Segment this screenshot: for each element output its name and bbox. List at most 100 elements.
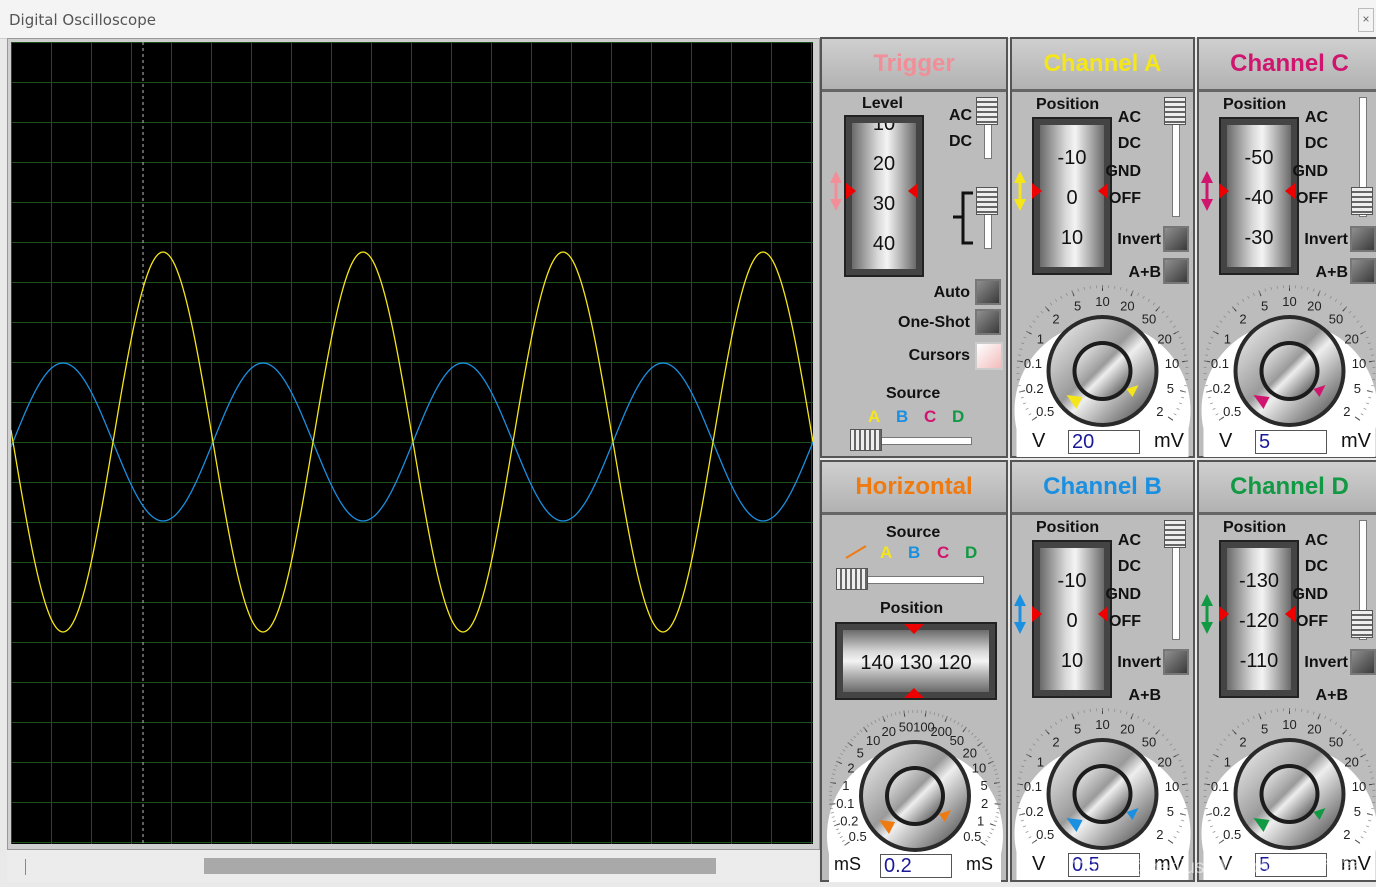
channel-a-invert-button[interactable] <box>1163 226 1189 252</box>
channel-a-volts-dial[interactable]: 0.50.20.1125102050201052 V 20 mV <box>1012 279 1193 457</box>
channel-d-position-arrows <box>1199 592 1303 642</box>
dial-tick-label: 0.5 <box>849 829 867 844</box>
channel-b-invert-button[interactable] <box>1163 649 1189 675</box>
position-tick: 10 <box>1040 650 1104 673</box>
auto-button[interactable] <box>975 279 1001 305</box>
dial-tick-label: 2 <box>1239 735 1246 750</box>
dial-tick-label: 2 <box>1343 827 1350 842</box>
trigger-dc-label: DC <box>949 133 972 151</box>
oneshot-label: One-Shot <box>898 314 970 332</box>
position-tick: -30 <box>1227 227 1291 250</box>
horizontal-source-a: A <box>880 543 892 563</box>
ramp-icon <box>844 542 870 560</box>
channel-b-unit-left: V <box>1032 853 1045 876</box>
dial-tick-label: 0.2 <box>840 813 858 828</box>
channel-a-off-label: OFF <box>1109 190 1141 208</box>
channel-c-panel: Channel C Position -50 -40 -30 AC DC GND… <box>1197 37 1376 458</box>
channel-c-value-field[interactable]: 5 <box>1255 430 1327 454</box>
dial-tick-label: 20 <box>1344 755 1358 770</box>
horizontal-panel: Horizontal Source A B C D Position 140 1… <box>820 460 1008 882</box>
channel-b-coupling-slider[interactable] <box>1164 520 1186 548</box>
position-tick: -110 <box>1227 650 1291 673</box>
dial-tick-label: 5 <box>1167 381 1174 396</box>
dial-tick-label: 1 <box>1224 332 1231 347</box>
channel-a-coupling-slider[interactable] <box>1164 97 1186 125</box>
pointer-right-icon <box>1219 606 1229 622</box>
dial-tick-label: 0.2 <box>1026 381 1044 396</box>
horizontal-position-pointers <box>902 622 926 702</box>
dial-tick-label: 50 <box>899 720 913 735</box>
dial-tick-label: 2 <box>981 796 988 811</box>
pointer-right-icon <box>846 183 856 199</box>
trigger-edge-slider[interactable] <box>976 187 998 215</box>
pointer-left-icon <box>908 183 918 199</box>
horizontal-source-d: D <box>965 543 977 563</box>
pointer-left-icon <box>1098 183 1108 199</box>
trigger-coupling-slider[interactable] <box>976 97 998 125</box>
trigger-source-slider[interactable] <box>850 429 882 451</box>
timebase-value-field[interactable]: 0.2 <box>880 854 952 878</box>
dial-tick-label: 10 <box>972 761 986 776</box>
dial-tick-label: 5 <box>1354 381 1361 396</box>
dial-tick-label: 5 <box>1261 299 1268 314</box>
close-button[interactable]: × <box>1358 8 1374 32</box>
channel-a-value-field[interactable]: 20 <box>1068 430 1140 454</box>
horizontal-scrollbar[interactable] <box>204 858 716 874</box>
dial-tick-label: 20 <box>963 745 977 760</box>
dial-tick-label: 0.5 <box>1036 827 1054 842</box>
horizontal-source-b: B <box>908 543 920 563</box>
channel-b-title: Channel B <box>1012 462 1193 515</box>
trigger-ac-label: AC <box>949 107 972 125</box>
horizontal-source-slider[interactable] <box>836 568 868 590</box>
channel-a-panel: Channel A Position -10 0 10 AC DC GND OF… <box>1010 37 1195 458</box>
level-tick: 10 <box>852 123 916 136</box>
dial-tick-label: 0.5 <box>1223 404 1241 419</box>
channel-b-off-label: OFF <box>1109 613 1141 631</box>
dial-tick-label: 20 <box>1157 332 1171 347</box>
status-bar <box>7 850 818 882</box>
channel-c-volts-dial[interactable]: 0.50.20.1125102050201052 V 5 mV <box>1199 279 1376 457</box>
channel-b-invert-label: Invert <box>1117 654 1161 672</box>
scope-screen <box>11 42 813 844</box>
dial-tick-label: 2 <box>1156 827 1163 842</box>
dial-tick-label: 0.5 <box>963 829 981 844</box>
trigger-source-b: B <box>896 407 908 427</box>
channel-d-coupling-slider[interactable] <box>1351 610 1373 638</box>
channel-c-ac-label: AC <box>1305 109 1328 127</box>
dial-tick-label: 5 <box>1074 299 1081 314</box>
channel-a-title: Channel A <box>1012 39 1193 92</box>
trigger-source-c: C <box>924 407 936 427</box>
dial-tick-label: 2 <box>1239 312 1246 327</box>
dial-tick-label: 0.2 <box>1213 381 1231 396</box>
dial-tick-label: 20 <box>1344 332 1358 347</box>
channel-a-gnd-label: GND <box>1105 163 1141 181</box>
csdn-watermark: CSDN @geniusNMRobot顶级专家 <box>1070 852 1361 879</box>
waveform-display <box>11 42 813 844</box>
dial-tick-label: 5 <box>1167 804 1174 819</box>
cursors-button[interactable] <box>975 342 1003 370</box>
dial-tick-label: 2 <box>1052 735 1059 750</box>
trigger-title: Trigger <box>822 39 1006 92</box>
dial-tick-label: 1 <box>1037 755 1044 770</box>
dial-tick-label: 20 <box>1307 722 1321 737</box>
channel-c-coupling-slider[interactable] <box>1351 187 1373 215</box>
pointer-right-icon <box>1032 183 1042 199</box>
dial-tick-label: 50 <box>1329 735 1343 750</box>
horizontal-timebase-dial[interactable]: 0.50.20.11251020501002005020105210.5 mS … <box>824 704 1006 882</box>
dial-tick-label: 10 <box>1352 356 1366 371</box>
channel-a-dc-label: DC <box>1118 135 1141 153</box>
position-tick: -130 <box>1227 570 1291 593</box>
channel-d-invert-button[interactable] <box>1350 649 1376 675</box>
channel-a-unit-right: mV <box>1154 430 1184 453</box>
dial-tick-label: 1 <box>1037 332 1044 347</box>
dial-tick-label: 20 <box>1157 755 1171 770</box>
timebase-unit-right: mS <box>966 854 993 875</box>
oneshot-button[interactable] <box>975 309 1001 335</box>
channel-a-position-arrows <box>1012 169 1116 219</box>
channel-c-gnd-label: GND <box>1292 163 1328 181</box>
dial-tick-label: 20 <box>1120 722 1134 737</box>
channel-c-unit-right: mV <box>1341 430 1371 453</box>
channel-c-invert-button[interactable] <box>1350 226 1376 252</box>
title-bar: Digital Oscilloscope × <box>0 0 1376 39</box>
dial-tick-label: 2 <box>1156 404 1163 419</box>
